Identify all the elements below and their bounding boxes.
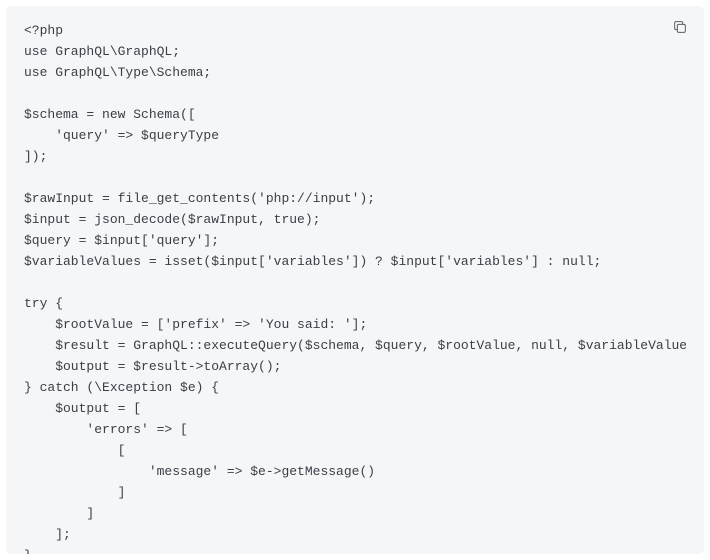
code-content: <?php use GraphQL\GraphQL; use GraphQL\T…: [24, 20, 686, 554]
copy-icon: [672, 19, 688, 38]
copy-button[interactable]: [670, 18, 690, 38]
code-block: <?php use GraphQL\GraphQL; use GraphQL\T…: [6, 6, 704, 554]
